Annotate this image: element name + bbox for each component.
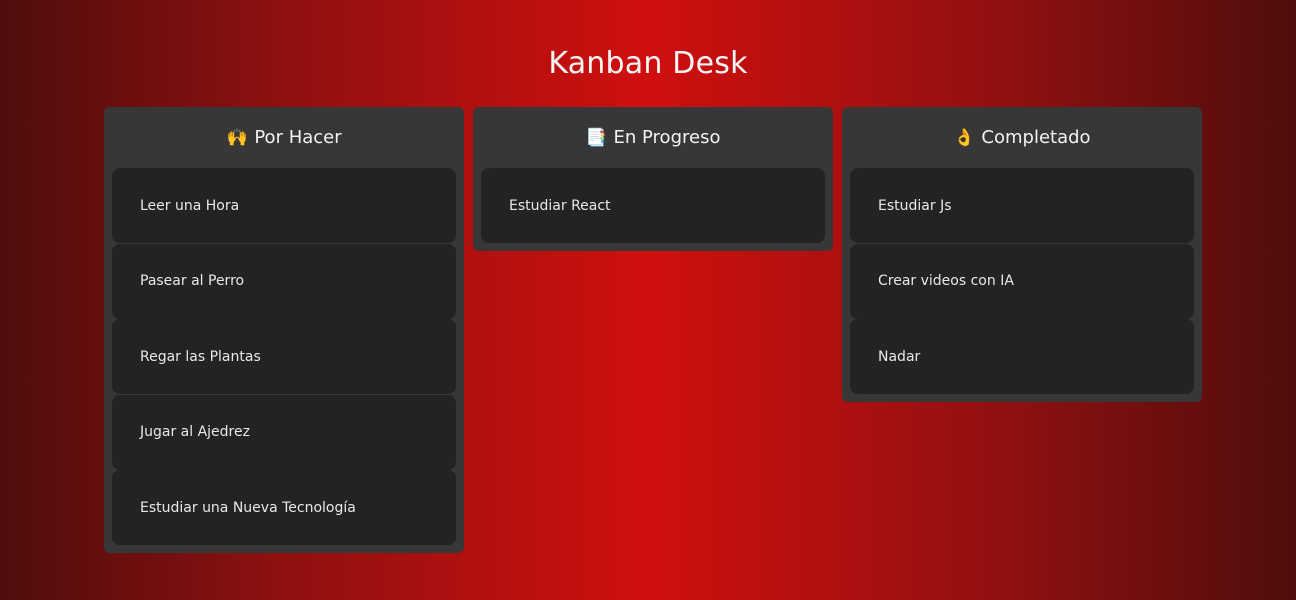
task-card-label: Crear videos con IA bbox=[878, 273, 1014, 289]
task-card[interactable]: Pasear al Perro bbox=[112, 243, 456, 319]
memo-icon: 📑 bbox=[585, 127, 608, 148]
task-card-label: Regar las Plantas bbox=[140, 348, 261, 365]
kanban-board: 🙌 Por Hacer Leer una Hora Pasear al Perr… bbox=[104, 107, 1202, 553]
task-card-label: Jugar al Ajedrez bbox=[140, 424, 250, 440]
raised-hands-icon: 🙌 bbox=[226, 127, 248, 148]
column-title: Por Hacer bbox=[254, 127, 342, 148]
task-card[interactable]: Estudiar Js bbox=[850, 168, 1194, 243]
column-en-progreso: 📑 En Progreso Estudiar React bbox=[473, 107, 833, 251]
task-card-label: Pasear al Perro bbox=[140, 273, 245, 289]
task-card-label: Estudiar una Nueva Tecnología bbox=[140, 499, 356, 516]
ok-hand-icon: 👌 bbox=[953, 127, 975, 148]
column-por-hacer: 🙌 Por Hacer Leer una Hora Pasear al Perr… bbox=[104, 107, 464, 553]
column-title: En Progreso bbox=[613, 127, 721, 148]
column-title: Completado bbox=[981, 127, 1091, 148]
column-completado: 👌 Completado Estudiar Js Crear videos co… bbox=[842, 107, 1202, 402]
task-card[interactable]: Regar las Plantas bbox=[112, 319, 456, 394]
task-card[interactable]: Estudiar React bbox=[481, 168, 825, 243]
column-header: 📑 En Progreso bbox=[481, 107, 825, 168]
task-card-label: Estudiar Js bbox=[878, 197, 952, 214]
task-card[interactable]: Crear videos con IA bbox=[850, 243, 1194, 319]
task-card[interactable]: Jugar al Ajedrez bbox=[112, 394, 456, 470]
page-title: Kanban Desk bbox=[548, 46, 748, 81]
column-header: 🙌 Por Hacer bbox=[112, 107, 456, 168]
task-card-label: Leer una Hora bbox=[140, 197, 240, 214]
task-card-label: Estudiar React bbox=[509, 197, 611, 214]
task-card[interactable]: Nadar bbox=[850, 319, 1194, 394]
column-header: 👌 Completado bbox=[850, 107, 1194, 168]
task-card[interactable]: Leer una Hora bbox=[112, 168, 456, 243]
task-card-label: Nadar bbox=[878, 348, 921, 365]
task-card[interactable]: Estudiar una Nueva Tecnología bbox=[112, 470, 456, 545]
